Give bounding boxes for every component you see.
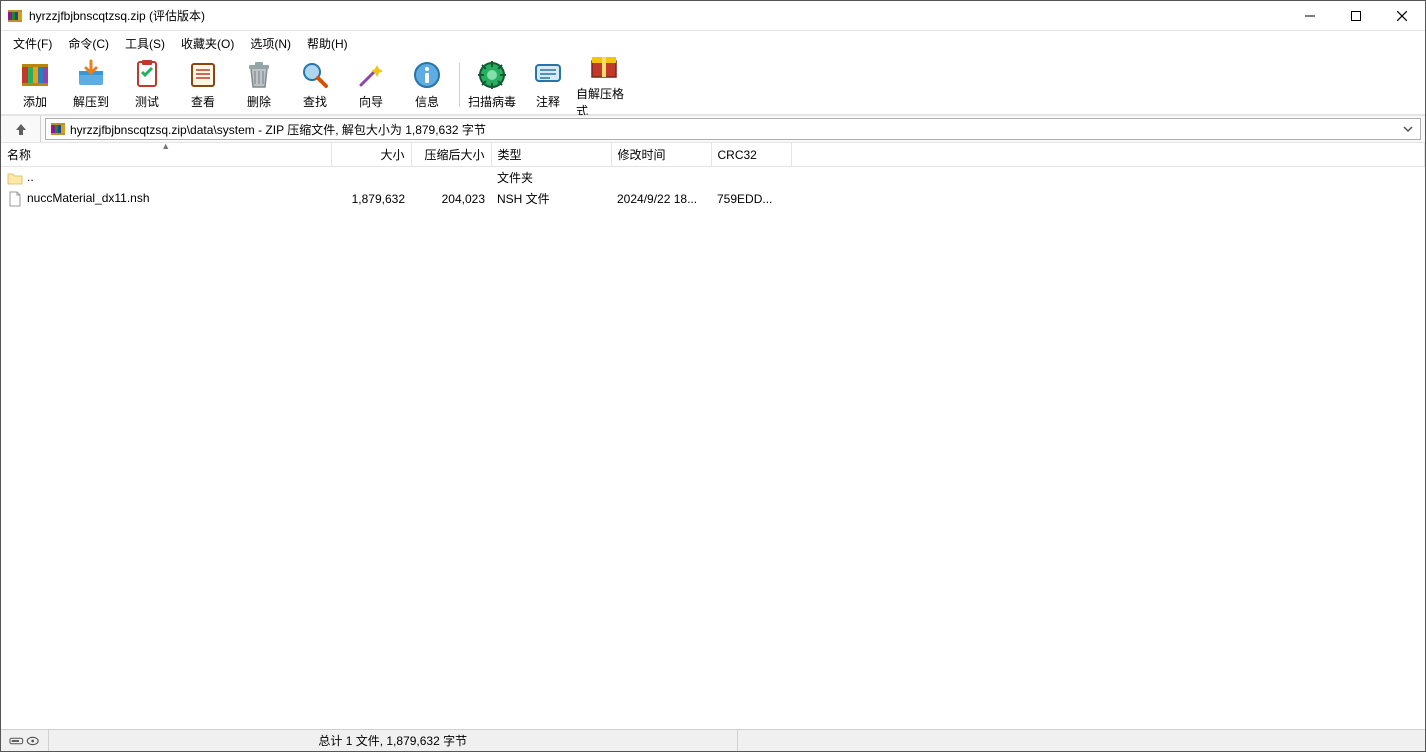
chevron-down-icon[interactable] <box>1400 124 1416 134</box>
path-combobox[interactable]: hyrzzjfbjbnscqtzsq.zip\data\system - ZIP… <box>45 118 1421 140</box>
parent-name: .. <box>27 170 34 184</box>
titlebar: hyrzzjfbjbnscqtzsq.zip (评估版本) <box>1 1 1425 31</box>
comment-icon <box>532 59 564 91</box>
status-summary-text: 总计 1 文件, 1,879,632 字节 <box>318 732 467 749</box>
wizard-label: 向导 <box>359 93 383 110</box>
sort-asc-icon: ▲ <box>161 143 170 151</box>
view-label: 查看 <box>191 93 215 110</box>
path-text: hyrzzjfbjbnscqtzsq.zip\data\system - ZIP… <box>70 121 1400 138</box>
statusbar: 总计 1 文件, 1,879,632 字节 <box>1 729 1425 751</box>
virus-label: 扫描病毒 <box>468 93 516 110</box>
col-size[interactable]: 大小 <box>331 143 411 167</box>
find-label: 查找 <box>303 93 327 110</box>
view-button[interactable]: 查看 <box>175 57 231 113</box>
sfx-button[interactable]: 自解压格式 <box>576 57 632 113</box>
file-size: 1,879,632 <box>331 188 411 209</box>
comment-label: 注释 <box>536 93 560 110</box>
sfx-label: 自解压格式 <box>576 85 632 119</box>
test-icon <box>131 59 163 91</box>
col-type[interactable]: 类型 <box>491 143 611 167</box>
app-window: hyrzzjfbjbnscqtzsq.zip (评估版本) 文件(F) 命令(C… <box>0 0 1426 752</box>
find-button[interactable]: 查找 <box>287 57 343 113</box>
col-mtime[interactable]: 修改时间 <box>611 143 711 167</box>
file-type: NSH 文件 <box>491 188 611 209</box>
delete-button[interactable]: 删除 <box>231 57 287 113</box>
menu-command[interactable]: 命令(C) <box>60 32 117 55</box>
col-name-label: 名称 <box>7 148 31 162</box>
menu-fav[interactable]: 收藏夹(O) <box>173 32 242 55</box>
col-filler <box>791 143 1425 167</box>
test-button[interactable]: 测试 <box>119 57 175 113</box>
extract-button[interactable]: 解压到 <box>63 57 119 113</box>
info-button[interactable]: 信息 <box>399 57 455 113</box>
col-name[interactable]: 名称 ▲ <box>1 143 331 167</box>
status-icons <box>1 730 49 751</box>
extract-icon <box>75 59 107 91</box>
sfx-icon <box>588 51 620 83</box>
status-summary: 总计 1 文件, 1,879,632 字节 <box>49 730 738 751</box>
extract-label: 解压到 <box>73 93 109 110</box>
wand-icon <box>355 59 387 91</box>
menubar: 文件(F) 命令(C) 工具(S) 收藏夹(O) 选项(N) 帮助(H) <box>1 31 1425 55</box>
delete-label: 删除 <box>247 93 271 110</box>
header-row: 名称 ▲ 大小 压缩后大小 类型 修改时间 CRC32 <box>1 143 1425 167</box>
archive-icon <box>50 121 66 137</box>
file-mtime: 2024/9/22 18... <box>611 188 711 209</box>
search-icon <box>299 59 331 91</box>
menu-file[interactable]: 文件(F) <box>5 32 60 55</box>
file-list[interactable]: 名称 ▲ 大小 压缩后大小 类型 修改时间 CRC32 .. <box>1 143 1425 729</box>
wizard-button[interactable]: 向导 <box>343 57 399 113</box>
toolbar: 添加 解压到 测试 查看 删除 <box>1 55 1425 115</box>
window-title: hyrzzjfbjbnscqtzsq.zip (评估版本) <box>29 7 205 24</box>
col-crc[interactable]: CRC32 <box>711 143 791 167</box>
up-button[interactable] <box>1 116 41 142</box>
virus-icon <box>476 59 508 91</box>
comment-button[interactable]: 注释 <box>520 57 576 113</box>
menu-options[interactable]: 选项(N) <box>242 32 299 55</box>
view-icon <box>187 59 219 91</box>
addressbar: hyrzzjfbjbnscqtzsq.zip\data\system - ZIP… <box>1 115 1425 143</box>
file-crc: 759EDD... <box>711 188 791 209</box>
parent-type: 文件夹 <box>491 167 611 189</box>
file-icon <box>7 191 23 207</box>
file-packed: 204,023 <box>411 188 491 209</box>
col-packed[interactable]: 压缩后大小 <box>411 143 491 167</box>
minimize-button[interactable] <box>1287 1 1333 31</box>
info-label: 信息 <box>415 93 439 110</box>
menu-help[interactable]: 帮助(H) <box>299 32 356 55</box>
books-icon <box>19 59 51 91</box>
file-name: nuccMaterial_dx11.nsh <box>27 191 150 205</box>
trash-icon <box>243 59 275 91</box>
test-label: 测试 <box>135 93 159 110</box>
virus-button[interactable]: 扫描病毒 <box>464 57 520 113</box>
add-button[interactable]: 添加 <box>7 57 63 113</box>
add-label: 添加 <box>23 93 47 110</box>
folder-up-icon <box>7 170 23 186</box>
app-icon <box>7 8 23 24</box>
maximize-button[interactable] <box>1333 1 1379 31</box>
close-button[interactable] <box>1379 1 1425 31</box>
file-row[interactable]: nuccMaterial_dx11.nsh 1,879,632 204,023 … <box>1 188 1425 209</box>
info-icon <box>411 59 443 91</box>
toolbar-separator <box>459 63 460 107</box>
menu-tools[interactable]: 工具(S) <box>117 32 173 55</box>
status-right <box>738 730 1426 751</box>
parent-row[interactable]: .. 文件夹 <box>1 167 1425 189</box>
